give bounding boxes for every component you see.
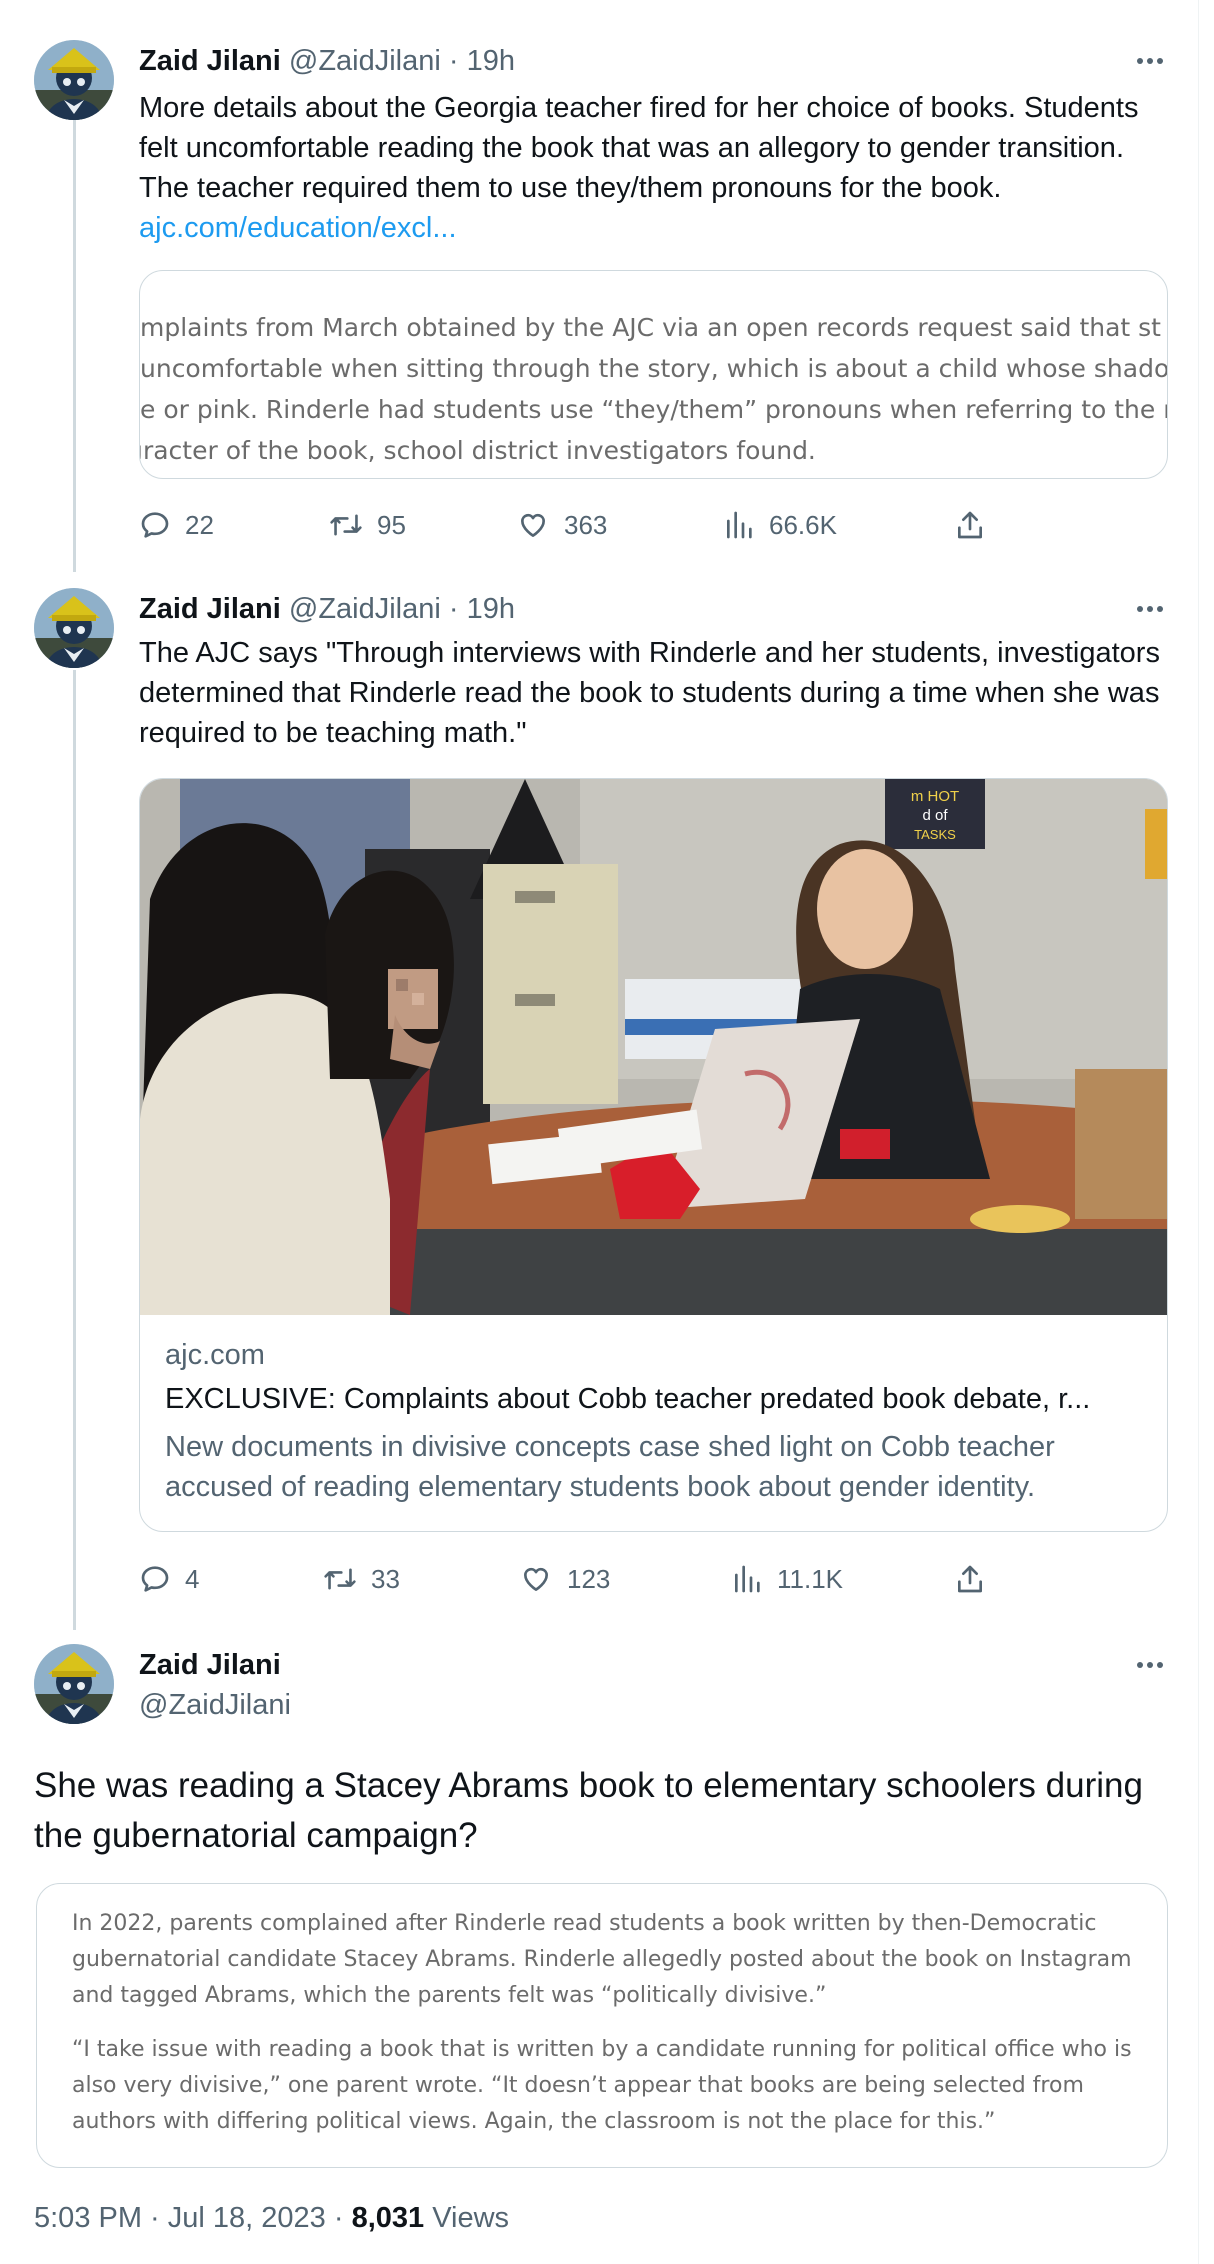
reply-icon	[139, 509, 171, 541]
author-handle[interactable]: @ZaidJilani	[289, 45, 441, 77]
excerpt-line: e or pink. Rinderle had students use “th…	[140, 395, 1168, 424]
quoted-excerpt-card[interactable]: In 2022, parents complained after Rinder…	[36, 1883, 1168, 2168]
tweet-header: Zaid Jilani @ZaidJilani · 19h	[139, 592, 515, 626]
like-count: 363	[564, 509, 608, 540]
retweet-button[interactable]: 33	[323, 1557, 400, 1601]
reply-button[interactable]: 22	[139, 503, 214, 547]
retweet-icon	[323, 1563, 357, 1595]
reply-button[interactable]: 4	[139, 1557, 199, 1601]
timestamp[interactable]: 5:03 PM · Jul 18, 2023 ·	[34, 2202, 352, 2234]
card-title: EXCLUSIVE: Complaints about Cobb teacher…	[165, 1383, 1091, 1415]
author-name[interactable]: Zaid Jilani	[139, 593, 281, 625]
share-icon	[954, 1563, 986, 1595]
retweet-icon	[329, 509, 363, 541]
author-handle[interactable]: @ZaidJilani	[289, 593, 441, 625]
like-button[interactable]: 123	[519, 1557, 610, 1601]
more-icon[interactable]	[1130, 1648, 1170, 1682]
card-description: New documents in divisive concepts case …	[165, 1431, 1055, 1503]
excerpt-paragraph: “I take issue with reading a book that i…	[72, 2037, 1132, 2134]
column-border	[1198, 0, 1199, 2264]
main-tweet-text: She was reading a Stacey Abrams book to …	[34, 1766, 1143, 1855]
thread-connector	[73, 120, 76, 572]
avatar[interactable]	[34, 1644, 114, 1724]
card-image: m HOT d of TASKS	[140, 779, 1167, 1315]
retweet-button[interactable]: 95	[329, 503, 406, 547]
timestamp[interactable]: · 19h	[449, 593, 515, 625]
reply-count: 22	[185, 509, 214, 540]
thread-connector	[73, 670, 76, 1630]
more-icon[interactable]	[1130, 44, 1170, 78]
quoted-excerpt-card[interactable]: mplaints from March obtained by the AJC …	[139, 270, 1168, 479]
author-handle[interactable]: @ZaidJilani	[139, 1688, 291, 1722]
tweet-actions: 4 33 123 11.1K	[139, 1557, 1139, 1601]
more-icon[interactable]	[1130, 592, 1170, 626]
link-card[interactable]: m HOT d of TASKS ajc.com EXCLUSIVE: Comp…	[139, 778, 1168, 1532]
like-icon	[519, 1563, 553, 1595]
reply-count: 4	[185, 1563, 200, 1594]
main-author: Zaid Jilani @ZaidJilani	[139, 1648, 291, 1722]
views-button[interactable]: 66.6K	[723, 503, 837, 547]
views-count: 8,031	[351, 2202, 425, 2234]
excerpt-line: ıracter of the book, school district inv…	[139, 436, 816, 465]
views-icon	[731, 1563, 763, 1595]
poster-text: d of	[922, 807, 948, 824]
excerpt-line: mplaints from March obtained by the AJC …	[140, 313, 1161, 342]
views-label: Views	[432, 2202, 510, 2234]
tweet-actions: 22 95 363 66.6K	[139, 503, 1139, 547]
like-icon	[516, 509, 550, 541]
views-icon	[723, 509, 755, 541]
retweet-count: 33	[371, 1563, 400, 1594]
excerpt-line: uncomfortable when sitting through the s…	[140, 354, 1168, 383]
card-domain: ajc.com	[165, 1339, 265, 1371]
tweet-link[interactable]: ajc.com/education/excl...	[139, 212, 457, 244]
author-name[interactable]: Zaid Jilani	[139, 45, 281, 77]
reply-icon	[139, 1563, 171, 1595]
views-button[interactable]: 11.1K	[731, 1557, 843, 1601]
views-count: 11.1K	[777, 1563, 844, 1594]
author-name[interactable]: Zaid Jilani	[139, 1648, 291, 1682]
views-count: 66.6K	[769, 509, 837, 540]
tweet-header: Zaid Jilani @ZaidJilani · 19h	[139, 44, 515, 78]
excerpt-paragraph: In 2022, parents complained after Rinder…	[72, 1911, 1132, 2008]
timestamp[interactable]: · 19h	[449, 45, 515, 77]
poster-text: m HOT	[911, 788, 959, 805]
tweet-meta: 5:03 PM · Jul 18, 2023 · 8,031 Views	[34, 2198, 509, 2238]
like-count: 123	[567, 1563, 611, 1594]
share-button[interactable]	[954, 503, 986, 547]
avatar[interactable]	[34, 588, 114, 668]
retweet-count: 95	[377, 509, 406, 540]
tweet-text: More details about the Georgia teacher f…	[139, 88, 1174, 248]
tweet-text: The AJC says "Through interviews with Ri…	[139, 637, 1160, 749]
avatar[interactable]	[34, 40, 114, 120]
like-button[interactable]: 363	[516, 503, 607, 547]
tweet-body: More details about the Georgia teacher f…	[139, 92, 1139, 204]
share-button[interactable]	[954, 1557, 986, 1601]
share-icon	[954, 509, 986, 541]
poster-text: TASKS	[914, 827, 956, 842]
